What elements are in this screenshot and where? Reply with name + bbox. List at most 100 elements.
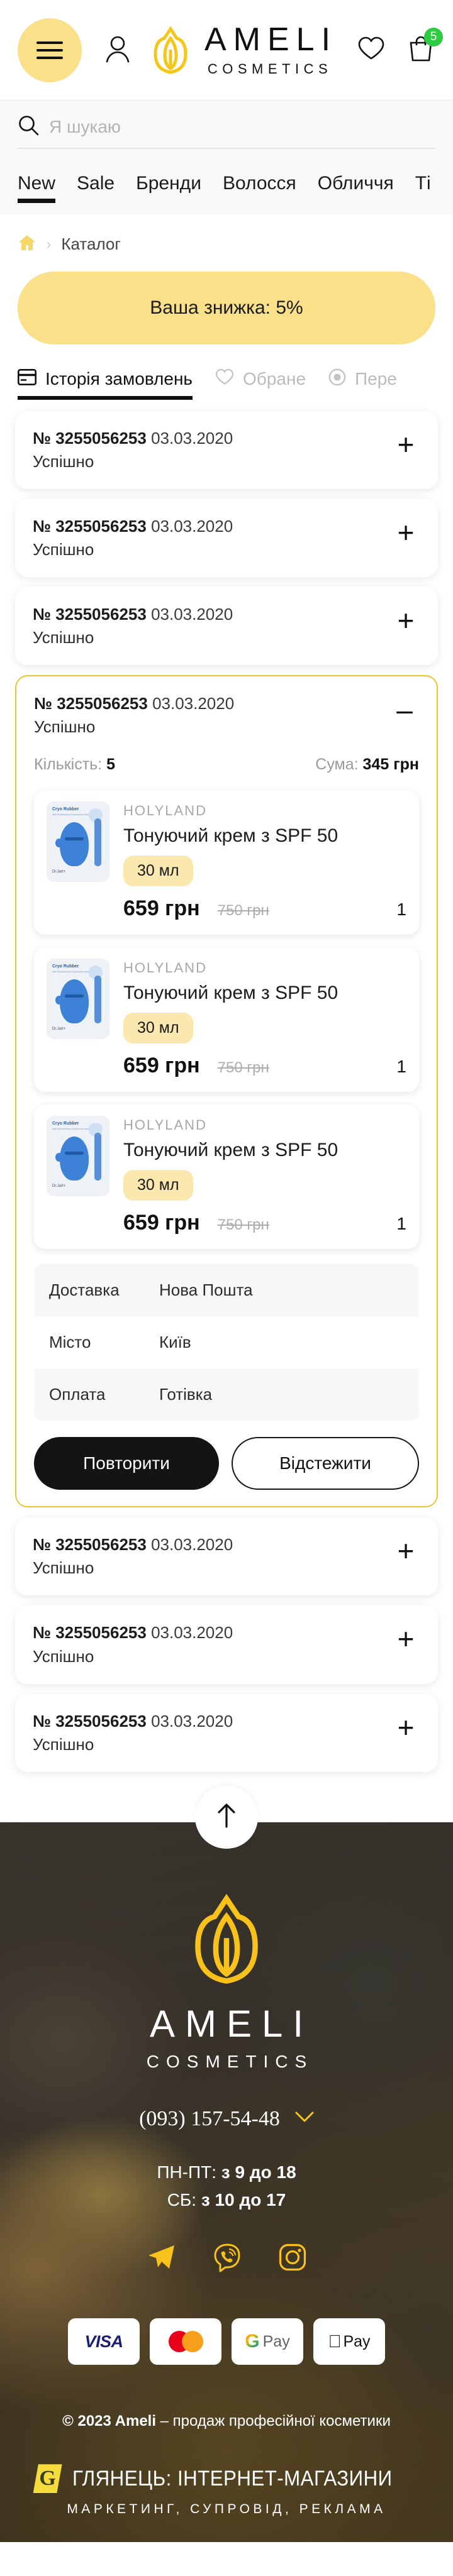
card-icon <box>17 368 36 390</box>
chevron-down-icon[interactable] <box>295 2111 314 2126</box>
footer-content: AMELI COSMETICS (093) 157-54-48 ПН-ПТ: з… <box>0 1822 453 2543</box>
heart-icon[interactable] <box>357 36 385 64</box>
pack-label: Cryo Rubber <box>52 807 79 812</box>
instagram-icon[interactable] <box>279 2243 306 2277</box>
nav-item-body[interactable]: Ті <box>415 173 431 203</box>
tab-order-history[interactable]: Історія замовлень <box>17 368 193 400</box>
pack-label: Cryo Rubber <box>52 1121 79 1126</box>
product-title[interactable]: Тонуючий крем з SPF 50 <box>123 983 406 1004</box>
product-title[interactable]: Тонуючий крем з SPF 50 <box>123 825 406 847</box>
order-expand-toggle[interactable]: + <box>391 1534 420 1566</box>
order-info-table: Доставка Нова Пошта Місто Київ Оплата Го… <box>34 1264 419 1421</box>
order-summary: № 3255056253 03.03.2020 Успішно <box>34 693 234 737</box>
scroll-to-top-button[interactable] <box>195 1785 258 1849</box>
product-top: Cryo Rubber with Moisturizing Hyaluronic… <box>47 959 406 1044</box>
product-price: 659 грн <box>123 896 200 921</box>
order-date: 03.03.2020 <box>151 605 233 624</box>
copyright-rest: – продаж професійної косметики <box>156 2413 391 2430</box>
telegram-icon[interactable] <box>147 2243 176 2277</box>
burger-menu-icon[interactable] <box>18 18 82 82</box>
logo-sub: COSMETICS <box>207 60 333 77</box>
search-input[interactable] <box>49 116 435 137</box>
order-qty-label: Кількість: <box>34 756 103 774</box>
tab-viewed[interactable]: Пере <box>328 368 397 400</box>
product-volume-badge: 30 мл <box>123 856 193 887</box>
arrow-up-icon <box>216 1803 237 1831</box>
home-icon[interactable] <box>18 233 36 255</box>
developer-subtitle: МАРКЕТИНГ, СУПРОВІД, РЕКЛАМА <box>67 2502 386 2517</box>
order-card[interactable]: № 3255056253 03.03.2020 Успішно + <box>15 1517 438 1596</box>
order-card[interactable]: № 3255056253 03.03.2020 Успішно + <box>15 499 438 578</box>
tulip-logo-icon <box>195 1893 258 1984</box>
order-collapse-toggle[interactable]: – <box>390 693 419 725</box>
hours-weekday-value: з 9 до 18 <box>221 2162 296 2182</box>
nav-item-sale[interactable]: Sale <box>77 173 115 203</box>
apple-icon:  <box>328 2331 341 2352</box>
order-card-expanded[interactable]: № 3255056253 03.03.2020 Успішно – Кількі… <box>15 675 438 1508</box>
order-number-prefix: № <box>33 517 51 536</box>
nav-item-new[interactable]: New <box>18 173 56 203</box>
product-quantity: 1 <box>396 900 406 920</box>
order-card[interactable]: № 3255056253 03.03.2020 Успішно + <box>15 1605 438 1684</box>
order-expand-toggle[interactable]: + <box>391 1710 420 1742</box>
product-title[interactable]: Тонуючий крем з SPF 50 <box>123 1140 406 1161</box>
header-actions: 5 <box>357 28 443 66</box>
table-row: Місто Київ <box>34 1316 419 1369</box>
site-footer: AMELI COSMETICS (093) 157-54-48 ПН-ПТ: з… <box>0 1822 453 2543</box>
order-status: Успішно <box>33 1734 94 1754</box>
product-price-row: 659 грн 750 грн 1 <box>47 1211 406 1235</box>
repeat-order-button[interactable]: Повторити <box>34 1437 219 1490</box>
order-product-item[interactable]: Cryo Rubber with Moisturizing Hyaluronic… <box>34 947 419 1093</box>
user-icon[interactable] <box>104 34 131 66</box>
order-expand-toggle[interactable]: + <box>391 1622 420 1654</box>
developer-title: ГЛЯНЕЦЬ: ІНТЕРНЕТ-МАГАЗИНИ <box>72 2466 393 2491</box>
order-expand-toggle[interactable]: + <box>391 603 420 635</box>
pack-brand: Dr.Jart+ <box>52 1027 66 1032</box>
mastercard-logo <box>150 2318 221 2365</box>
order-status: Успішно <box>33 540 94 559</box>
track-order-button[interactable]: Відстежити <box>232 1437 419 1490</box>
gpay-mark: G Pay <box>245 2331 289 2352</box>
info-value-delivery: Нова Пошта <box>159 1280 253 1300</box>
order-header: № 3255056253 03.03.2020 Успішно + <box>33 603 420 647</box>
order-card[interactable]: № 3255056253 03.03.2020 Успішно + <box>15 411 438 490</box>
footer-logo-main: AMELI <box>149 2002 314 2045</box>
order-number-line: № 3255056253 03.03.2020 <box>33 515 233 537</box>
order-card[interactable]: № 3255056253 03.03.2020 Успішно + <box>15 587 438 666</box>
order-product-item[interactable]: Cryo Rubber with Moisturizing Hyaluronic… <box>34 1104 419 1250</box>
tube-shape <box>94 1133 101 1181</box>
order-number-prefix: № <box>33 1623 51 1643</box>
product-price: 659 грн <box>123 1054 200 1078</box>
logo-text: AMELI COSMETICS <box>198 23 337 77</box>
order-product-item[interactable]: Cryo Rubber with Moisturizing Hyaluronic… <box>34 790 419 935</box>
order-expand-toggle[interactable]: + <box>391 427 420 459</box>
product-thumbnail: Cryo Rubber with Moisturizing Hyaluronic… <box>47 959 109 1040</box>
nav-item-face[interactable]: Обличчя <box>318 173 394 203</box>
order-header: № 3255056253 03.03.2020 Успішно + <box>33 1710 420 1754</box>
order-card[interactable]: № 3255056253 03.03.2020 Успішно + <box>15 1693 438 1772</box>
heart-icon <box>215 368 234 390</box>
footer-phone[interactable]: (093) 157-54-48 <box>139 2107 314 2131</box>
product-thumbnail: Cryo Rubber with Moisturizing Hyaluronic… <box>47 1116 109 1197</box>
order-number-line: № 3255056253 03.03.2020 <box>33 427 233 449</box>
nav-item-hair[interactable]: Волосся <box>223 173 296 203</box>
viber-icon[interactable] <box>213 2243 241 2277</box>
order-date: 03.03.2020 <box>151 429 233 448</box>
breadcrumb-current[interactable]: Каталог <box>61 234 121 254</box>
footer-copyright: © 2023 Ameli – продаж професійної космет… <box>62 2413 391 2430</box>
site-logo[interactable]: AMELI COSMETICS <box>131 23 357 77</box>
order-header: № 3255056253 03.03.2020 Успішно – <box>34 693 419 737</box>
tab-favorites-label: Обране <box>243 369 306 388</box>
nav-item-brands[interactable]: Бренди <box>136 173 201 203</box>
developer-credit[interactable]: G ГЛЯНЕЦЬ: ІНТЕРНЕТ-МАГАЗИНИ <box>33 2464 420 2494</box>
info-key-city: Місто <box>49 1333 91 1352</box>
pack-sublabel: with Moisturizing Hyaluronic Acid <box>52 1127 89 1131</box>
scroll-top-wrap <box>0 1781 453 1849</box>
order-expand-toggle[interactable]: + <box>391 515 420 547</box>
bag-icon[interactable]: 5 <box>406 28 443 66</box>
order-sum-value: 345 грн <box>362 756 419 774</box>
tab-favorites[interactable]: Обране <box>215 368 306 400</box>
search-input-wrap[interactable] <box>18 114 435 149</box>
order-header: № 3255056253 03.03.2020 Успішно + <box>33 515 420 559</box>
order-summary: № 3255056253 03.03.2020 Успішно <box>33 603 233 647</box>
